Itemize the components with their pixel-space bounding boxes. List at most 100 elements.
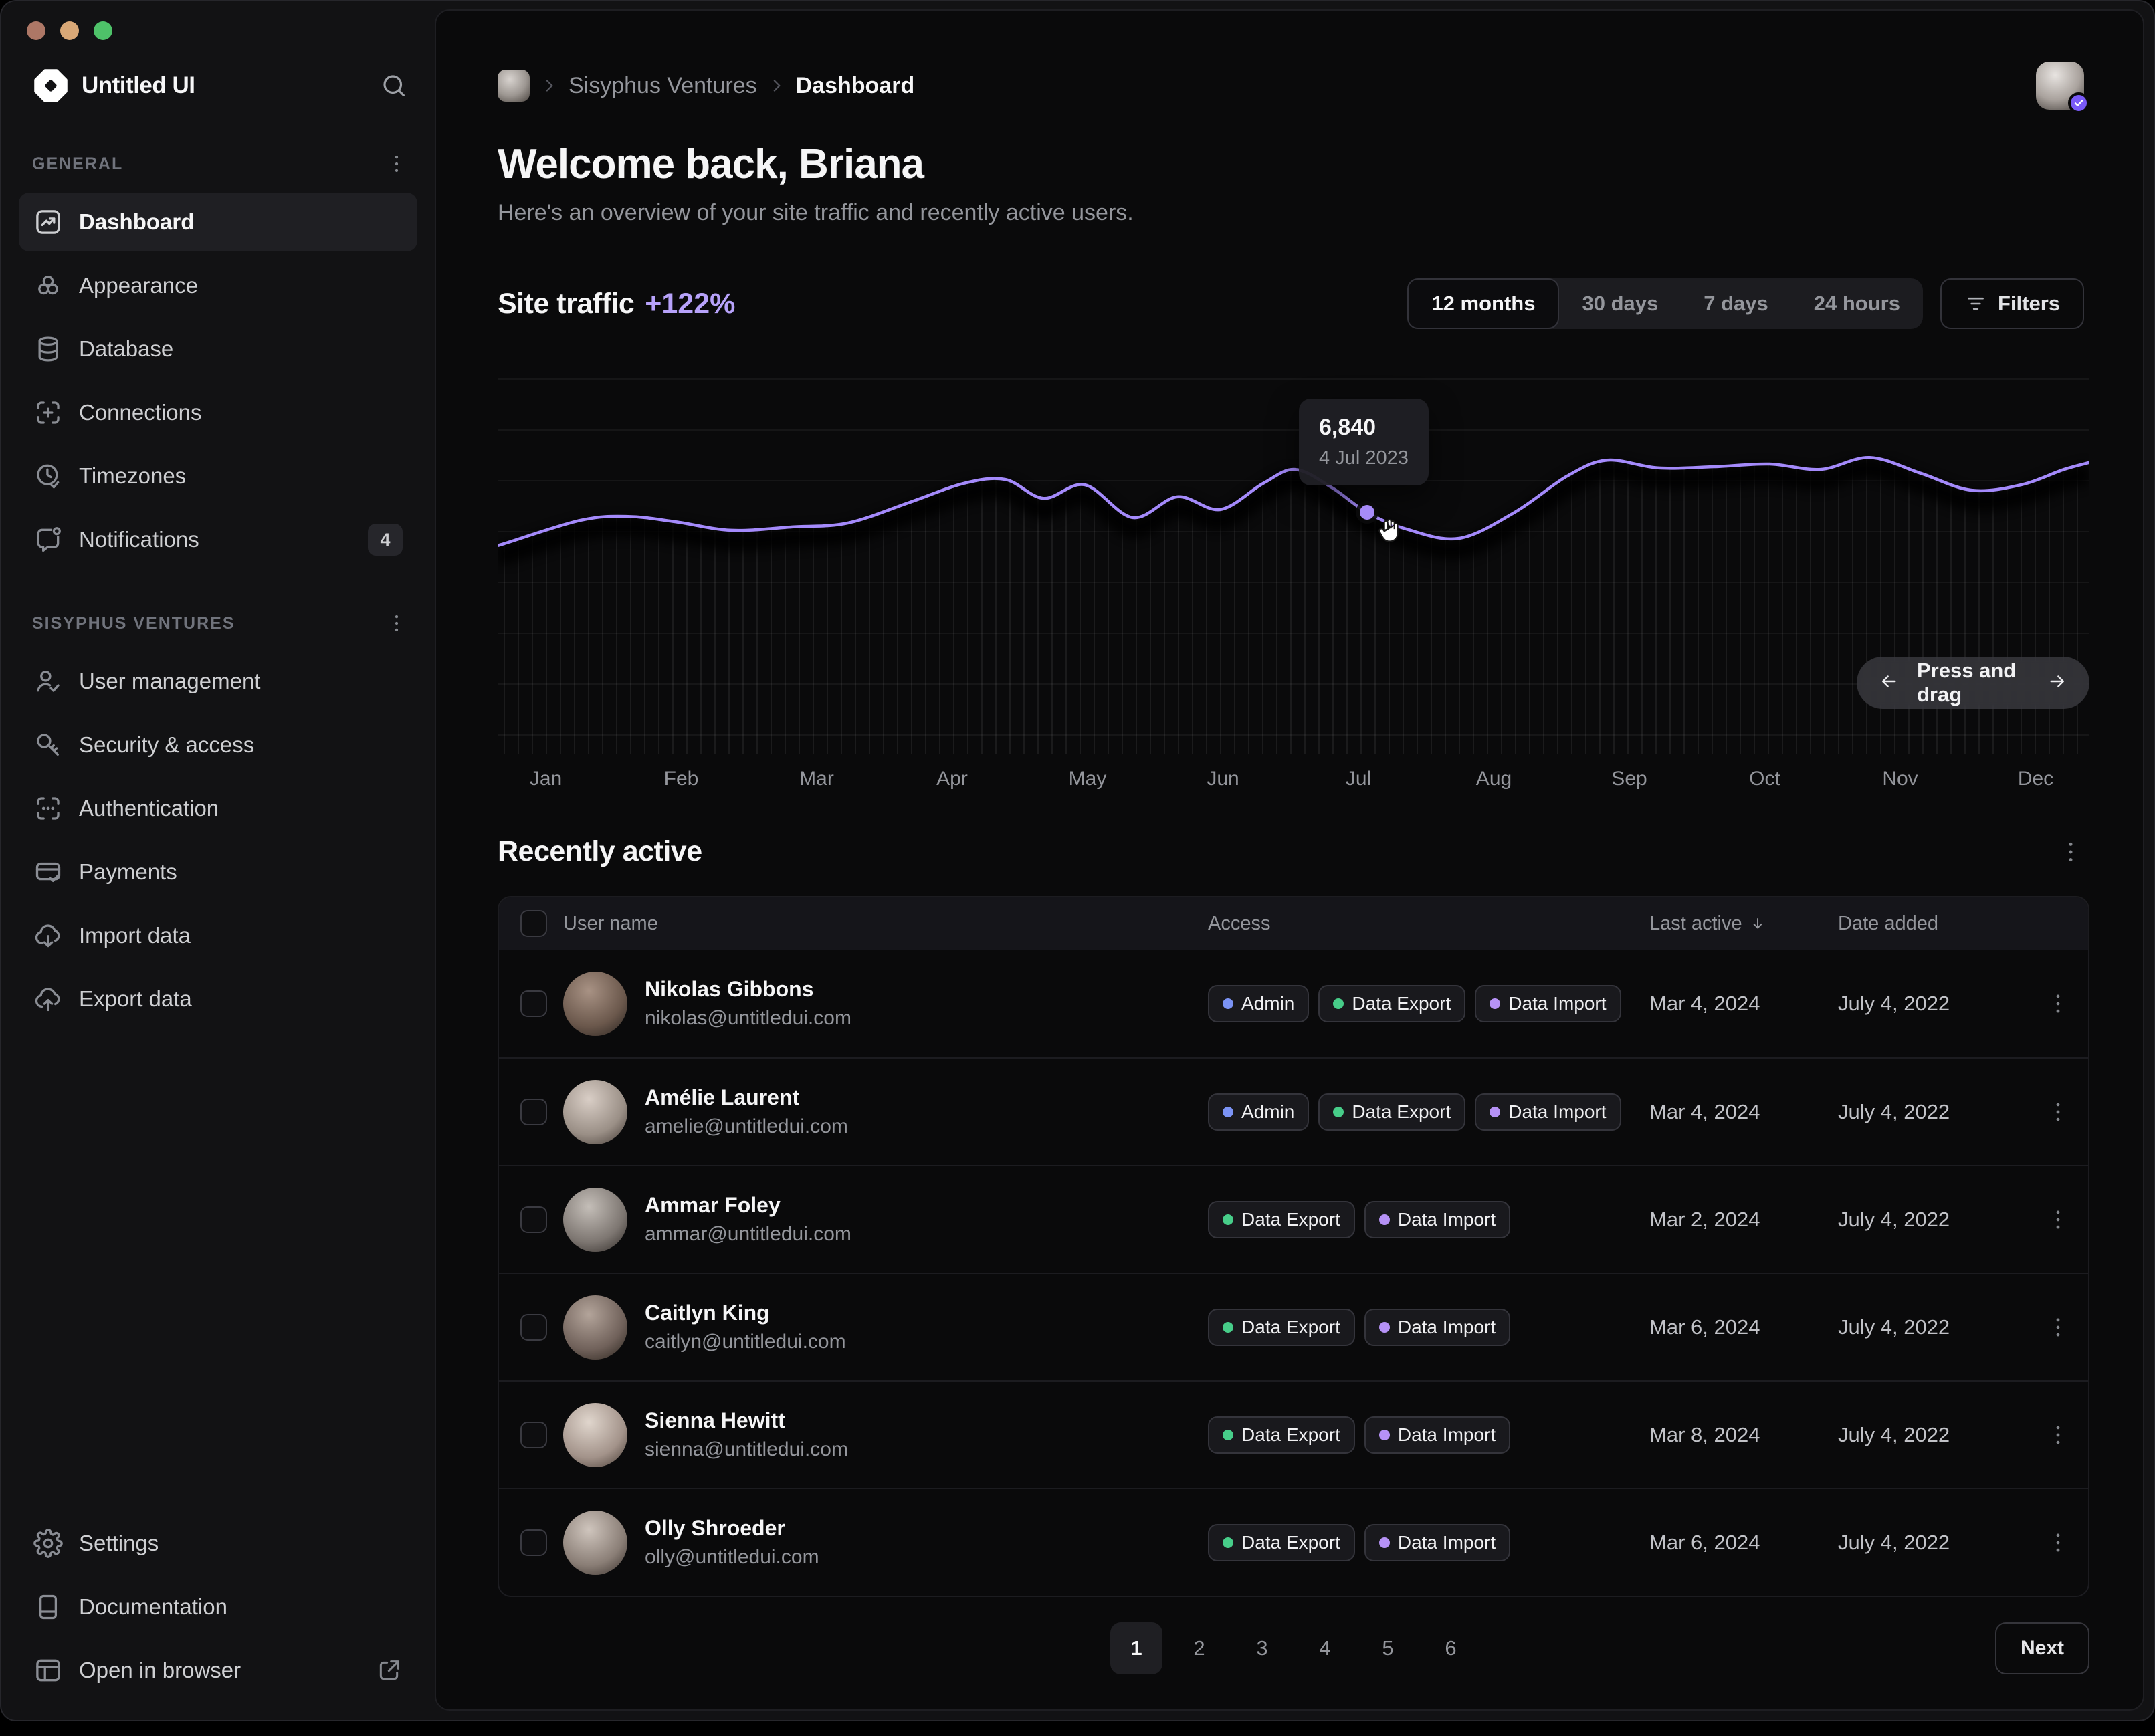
page-button-3[interactable]: 3	[1236, 1622, 1288, 1674]
access-badge-export: Data Export	[1208, 1524, 1355, 1561]
row-checkbox[interactable]	[520, 1314, 547, 1341]
key-icon	[33, 730, 63, 760]
sidebar-item-authentication[interactable]: Authentication	[19, 779, 417, 838]
users-icon	[33, 667, 63, 696]
table-row: Amélie Laurentamelie@untitledui.comAdmin…	[499, 1057, 2088, 1165]
sidebar-item-database[interactable]: Database	[19, 320, 417, 378]
badge-dot	[1223, 1107, 1233, 1117]
last-active-value: Mar 6, 2024	[1649, 1315, 1838, 1339]
sidebar-item-timezones[interactable]: Timezones	[19, 447, 417, 506]
row-checkbox[interactable]	[520, 1422, 547, 1448]
date-added-value: July 4, 2022	[1838, 992, 2039, 1016]
browser-icon	[33, 1656, 63, 1685]
dots-vertical-icon[interactable]	[385, 612, 408, 635]
user-avatar	[563, 1080, 627, 1144]
chart-x-axis: JanFebMarAprMayJunJulAugSepOctNovDec	[498, 768, 2089, 797]
press-and-drag-label: Press and drag	[1917, 659, 2029, 707]
sidebar-item-security-access[interactable]: Security & access	[19, 716, 417, 774]
page-button-6[interactable]: 6	[1425, 1622, 1477, 1674]
brand-row: Untitled UI	[32, 67, 408, 104]
page-button-4[interactable]: 4	[1299, 1622, 1351, 1674]
minimize-window-button[interactable]	[60, 21, 79, 40]
search-icon[interactable]	[380, 72, 408, 100]
sidebar-item-export-data[interactable]: Export data	[19, 970, 417, 1028]
user-text: Ammar Foleyammar@untitledui.com	[645, 1193, 851, 1246]
row-menu-button[interactable]	[2045, 1099, 2071, 1125]
user-avatar	[563, 972, 627, 1036]
sidebar-item-label: Database	[79, 336, 173, 362]
sidebar: Untitled UI GENERAL DashboardAppearance Da…	[1, 1, 435, 1720]
breadcrumb-org[interactable]: Sisyphus Ventures	[569, 73, 757, 99]
sidebar-item-appearance[interactable]: Appearance	[19, 256, 417, 315]
row-menu-button[interactable]	[2045, 1207, 2071, 1232]
close-window-button[interactable]	[27, 21, 45, 40]
sidebar-item-import-data[interactable]: Import data	[19, 906, 417, 965]
row-checkbox[interactable]	[520, 1206, 547, 1233]
access-badges: Data ExportData Import	[1208, 1524, 1649, 1561]
breadcrumb-page[interactable]: Dashboard	[796, 73, 915, 99]
page-button-2[interactable]: 2	[1173, 1622, 1225, 1674]
sidebar-section-label: SISYPHUS VENTURES	[32, 614, 235, 633]
range-tab-24-hours[interactable]: 24 hours	[1791, 278, 1923, 329]
sidebar-item-user-management[interactable]: User management	[19, 652, 417, 711]
column-header-user-name: User name	[563, 913, 1208, 935]
access-badge-import: Data Import	[1364, 1309, 1510, 1346]
user-email: sienna@untitledui.com	[645, 1438, 848, 1461]
cloud-down-icon	[33, 921, 63, 950]
page-button-5[interactable]: 5	[1362, 1622, 1414, 1674]
sidebar-item-documentation[interactable]: Documentation	[19, 1578, 417, 1636]
row-checkbox[interactable]	[520, 1099, 547, 1125]
access-badge-export: Data Export	[1208, 1201, 1355, 1238]
sidebar-item-label: Authentication	[79, 796, 219, 821]
breadcrumb-avatar[interactable]	[498, 70, 530, 102]
user-text: Nikolas Gibbonsnikolas@untitledui.com	[645, 977, 851, 1030]
user-email: olly@untitledui.com	[645, 1546, 819, 1569]
press-and-drag-hint[interactable]: Press and drag	[1857, 657, 2089, 709]
page-button-1[interactable]: 1	[1110, 1622, 1162, 1674]
filters-label: Filters	[1998, 292, 2060, 316]
sidebar-item-label: Timezones	[79, 463, 186, 489]
table-menu-button[interactable]	[2057, 839, 2084, 865]
sidebar-item-label: Documentation	[79, 1594, 227, 1620]
select-all-checkbox[interactable]	[520, 910, 547, 937]
sidebar-item-payments[interactable]: Payments	[19, 843, 417, 901]
range-tab-30-days[interactable]: 30 days	[1559, 278, 1681, 329]
row-menu-button[interactable]	[2045, 991, 2071, 1016]
range-tab-12-months[interactable]: 12 months	[1407, 278, 1559, 329]
row-checkbox[interactable]	[520, 1529, 547, 1556]
badge-dot	[1223, 998, 1233, 1009]
row-menu-button[interactable]	[2045, 1315, 2071, 1340]
access-badges: Data ExportData Import	[1208, 1201, 1649, 1238]
access-badges: AdminData ExportData Import	[1208, 1093, 1649, 1131]
column-header-last-active[interactable]: Last active	[1649, 913, 1838, 935]
sidebar-item-connections[interactable]: Connections	[19, 383, 417, 442]
row-menu-button[interactable]	[2045, 1422, 2071, 1448]
sidebar-item-dashboard[interactable]: Dashboard	[19, 193, 417, 251]
range-tab-7-days[interactable]: 7 days	[1681, 278, 1791, 329]
sidebar-item-notifications[interactable]: Notifications4	[19, 510, 417, 569]
date-added-value: July 4, 2022	[1838, 1531, 2039, 1555]
filters-button[interactable]: Filters	[1940, 278, 2084, 329]
user-text: Caitlyn Kingcaitlyn@untitledui.com	[645, 1301, 846, 1353]
last-active-value: Mar 8, 2024	[1649, 1423, 1838, 1447]
zoom-window-button[interactable]	[94, 21, 112, 40]
sidebar-item-settings[interactable]: Settings	[19, 1514, 417, 1573]
sidebar-section-label: GENERAL	[32, 154, 123, 174]
site-traffic-chart[interactable]: 6,840 4 Jul 2023 Press and drag JanFebMa…	[498, 369, 2089, 754]
sidebar-item-open-in-browser[interactable]: Open in browser	[19, 1641, 417, 1700]
x-axis-label: Nov	[1882, 768, 1918, 790]
next-page-button[interactable]: Next	[1995, 1622, 2089, 1674]
cloud-up-icon	[33, 984, 63, 1014]
verified-check-icon	[2068, 92, 2089, 114]
x-axis-label: Jul	[1346, 768, 1371, 790]
sidebar-item-label: Security & access	[79, 732, 254, 758]
row-menu-button[interactable]	[2045, 1530, 2071, 1555]
row-checkbox[interactable]	[520, 990, 547, 1017]
user-avatar[interactable]	[2036, 62, 2084, 110]
main-panel: Sisyphus Ventures Dashboard Welcome back…	[435, 9, 2144, 1711]
user-name: Sienna Hewitt	[645, 1408, 848, 1433]
dots-vertical-icon[interactable]	[385, 152, 408, 175]
recently-active-title: Recently active	[498, 835, 702, 868]
scan-icon	[33, 794, 63, 823]
badge-dot	[1223, 1430, 1233, 1440]
